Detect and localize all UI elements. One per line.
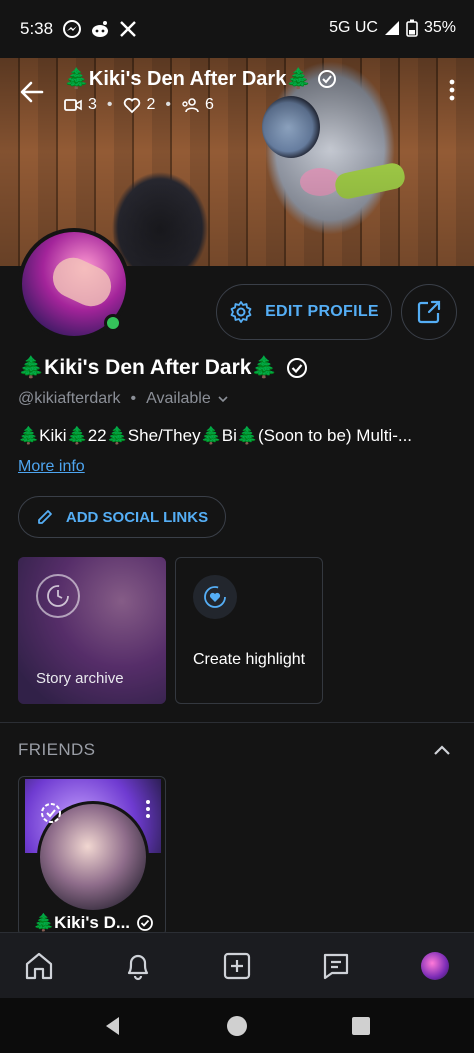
- profile-handle-row: @kikiafterdark • Available: [18, 390, 229, 408]
- verified-icon: [137, 915, 153, 931]
- create-highlight-card[interactable]: Create highlight: [175, 557, 323, 704]
- x-icon: [120, 21, 136, 37]
- separator-dot: •: [130, 390, 137, 407]
- heart-circle-icon: [204, 586, 226, 608]
- section-divider: [0, 722, 474, 723]
- nav-notifications[interactable]: [121, 949, 155, 983]
- profile-name-text: 🌲Kiki's Den After Dark🌲: [18, 356, 278, 379]
- cover-title: 🌲Kiki's Den After Dark🌲: [64, 66, 337, 91]
- cover-stats: 3 • 2 • 6: [64, 96, 214, 114]
- battery-icon: [406, 19, 418, 37]
- signal-icon: [384, 21, 399, 35]
- profile-avatar: [421, 952, 449, 980]
- likes-count: 2: [146, 96, 156, 113]
- battery-level: 35%: [423, 19, 456, 36]
- friend-more-options-icon[interactable]: [145, 799, 151, 819]
- friend-name-text: 🌲Kiki's D...: [33, 913, 131, 932]
- status-time: 5:38: [20, 19, 54, 38]
- more-info-link[interactable]: More info: [18, 458, 85, 476]
- cover-title-text: 🌲Kiki's Den After Dark🌲: [64, 68, 312, 90]
- online-status-dot: [104, 314, 122, 332]
- profile-bio: 🌲Kiki🌲22🌲She/They🌲Bi🌲(Soon to be) Multi-…: [18, 426, 413, 445]
- nav-create[interactable]: [220, 949, 254, 983]
- messenger-icon: [63, 20, 81, 38]
- profile-handle: @kikiafterdark: [18, 390, 121, 407]
- nav-chat[interactable]: [319, 949, 353, 983]
- network-label: 5G UC: [329, 19, 378, 36]
- avatar-image-detail: [46, 251, 118, 313]
- add-social-links-label: ADD SOCIAL LINKS: [65, 508, 209, 526]
- create-icon: [223, 952, 251, 980]
- gear-icon: [230, 301, 252, 323]
- create-highlight-icon: [193, 575, 237, 619]
- friend-card[interactable]: 🌲Kiki's D...: [18, 776, 166, 936]
- bell-icon: [127, 954, 149, 981]
- status-right: 5G UC 35%: [329, 19, 456, 37]
- home-circle-icon[interactable]: [225, 1014, 249, 1038]
- profile-name: 🌲Kiki's Den After Dark🌲: [18, 356, 308, 380]
- friends-icon: [182, 98, 199, 113]
- nav-profile[interactable]: [418, 949, 452, 983]
- story-archive-icon: [36, 574, 80, 618]
- separator-dot: •: [106, 96, 113, 113]
- nav-home[interactable]: [22, 949, 56, 983]
- chevron-up-icon[interactable]: [432, 740, 452, 760]
- share-profile-button[interactable]: [401, 284, 457, 340]
- friends-count: 6: [205, 96, 214, 113]
- notification-icons: [62, 19, 138, 39]
- back-triangle-icon[interactable]: [101, 1014, 125, 1038]
- edit-profile-label: EDIT PROFILE: [265, 303, 379, 320]
- friends-heading: FRIENDS: [18, 740, 96, 759]
- more-options-icon[interactable]: [448, 78, 456, 102]
- video-icon: [64, 99, 82, 111]
- bottom-navigation: [0, 932, 474, 998]
- back-arrow-icon[interactable]: [18, 78, 46, 106]
- friend-name: 🌲Kiki's D...: [33, 913, 154, 933]
- add-social-links-button[interactable]: ADD SOCIAL LINKS: [18, 496, 226, 538]
- heart-icon: [123, 98, 140, 114]
- status-bar: 5:38 5G UC 35%: [0, 0, 474, 58]
- pencil-icon: [37, 510, 52, 524]
- friend-settings-badge-icon: [41, 803, 61, 823]
- home-icon: [25, 952, 53, 980]
- verified-icon: [318, 69, 337, 88]
- story-archive-label: Story archive: [36, 670, 124, 687]
- availability-selector[interactable]: Available: [146, 390, 229, 408]
- create-highlight-label: Create highlight: [193, 651, 306, 668]
- verified-icon: [286, 358, 307, 378]
- chat-icon: [323, 953, 349, 980]
- videos-count: 3: [88, 96, 97, 113]
- share-icon: [417, 300, 441, 324]
- chevron-down-icon: [218, 396, 228, 403]
- recents-square-icon[interactable]: [349, 1014, 373, 1038]
- clock-history-icon: [47, 585, 69, 607]
- system-navigation-bar: [0, 998, 474, 1053]
- separator-dot: •: [165, 96, 172, 113]
- edit-profile-button[interactable]: EDIT PROFILE: [216, 284, 392, 340]
- reddit-icon: [92, 21, 108, 37]
- availability-label: Available: [146, 390, 211, 407]
- story-archive-card[interactable]: Story archive: [18, 557, 166, 704]
